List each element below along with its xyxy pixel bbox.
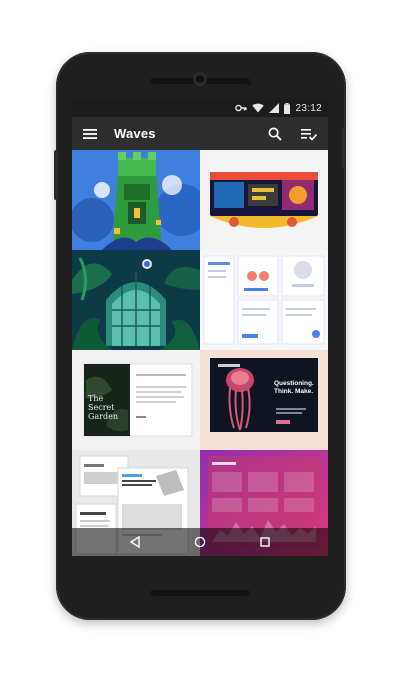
tile-delorean[interactable] bbox=[200, 150, 328, 250]
front-camera bbox=[193, 72, 207, 86]
navigation-bar bbox=[72, 528, 328, 556]
jellyfish-headline: Questioning. Think. Make. bbox=[274, 380, 314, 395]
tile-medical-dashboard[interactable] bbox=[200, 250, 328, 350]
bottom-speaker bbox=[150, 590, 250, 596]
status-time: 23:12 bbox=[295, 102, 322, 114]
wifi-icon bbox=[252, 103, 265, 113]
image-grid: The Secret Garden Questioning. Think. Ma… bbox=[72, 150, 328, 556]
power-button bbox=[342, 128, 346, 168]
status-bar: 23:12 bbox=[72, 99, 328, 117]
signal-icon bbox=[269, 103, 280, 113]
tile-green-castle[interactable] bbox=[72, 150, 200, 250]
volume-button bbox=[54, 150, 58, 200]
playlist-check-icon[interactable] bbox=[298, 123, 320, 145]
home-icon[interactable] bbox=[190, 532, 210, 552]
battery-icon bbox=[284, 102, 291, 114]
secret-garden-title: The Secret Garden bbox=[88, 394, 118, 421]
tile-jungle-greenhouse[interactable] bbox=[72, 250, 200, 350]
tile-jellyfish[interactable]: Questioning. Think. Make. bbox=[200, 350, 328, 450]
search-icon[interactable] bbox=[264, 123, 286, 145]
screen: 23:12 Waves The Secret Garden Questionin… bbox=[72, 99, 328, 556]
proximity-sensor bbox=[246, 80, 252, 86]
app-bar: Waves bbox=[72, 117, 328, 150]
key-icon bbox=[235, 103, 248, 113]
back-icon[interactable] bbox=[125, 532, 145, 552]
app-title: Waves bbox=[114, 126, 156, 141]
recents-icon[interactable] bbox=[255, 532, 275, 552]
tile-secret-garden[interactable]: The Secret Garden bbox=[72, 350, 200, 450]
menu-icon[interactable] bbox=[80, 124, 100, 144]
